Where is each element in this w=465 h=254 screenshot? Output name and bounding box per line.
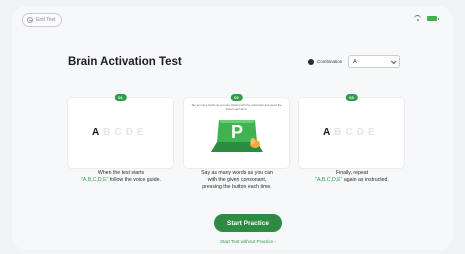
- step-caption-2: Say as many words as you can with the gi…: [177, 170, 297, 190]
- page-title: Brain Activation Test: [68, 56, 182, 68]
- end-test-button[interactable]: End Test: [22, 13, 63, 27]
- caption-line: with the given consonant,: [207, 176, 267, 183]
- caption-highlight: "A,B,C,D,E": [315, 176, 343, 183]
- wifi-icon: [414, 15, 421, 22]
- p-key-letter: P: [231, 122, 243, 142]
- combination-selected-value: A: [353, 58, 357, 65]
- letter-inactive: D: [125, 127, 133, 138]
- caption-highlight: "A,B,C,D,E": [81, 176, 109, 183]
- combination-label: Combination: [317, 59, 343, 64]
- step-instruction: Tap as many words as you can starting wi…: [191, 103, 282, 111]
- caption-line: When the test starts: [97, 170, 145, 176]
- step-caption-3: Finally, repeat "A,B,C,D,E" again as ins…: [292, 170, 412, 184]
- step-card-3: 03 A B C D E: [299, 94, 404, 168]
- caption-text: again as instructed.: [342, 176, 389, 183]
- start-practice-button[interactable]: Start Practice: [214, 214, 282, 232]
- combination-dropdown[interactable]: A: [348, 55, 401, 68]
- caption-line: "A,B,C,D,E" again as instructed.: [292, 177, 412, 184]
- exit-icon: [27, 17, 33, 23]
- caption-text: follow the voice guide.: [108, 176, 161, 183]
- caption-line: "A,B,C,D,E" follow the voice guide.: [61, 177, 181, 184]
- letter-inactive: E: [136, 127, 144, 138]
- caption-line: Say as many words as you can: [201, 170, 273, 176]
- combination-selector: Combination A: [308, 55, 401, 68]
- letter-sequence: A B C D E: [323, 127, 375, 138]
- letter-inactive: B: [334, 127, 342, 138]
- caption-line: pressing the button each time.: [202, 183, 272, 190]
- step-caption-1: When the test starts "A,B,C,D,E" follow …: [61, 170, 181, 184]
- letter-inactive: E: [367, 127, 375, 138]
- letter-inactive: C: [114, 127, 122, 138]
- caption-line: Finally, repeat: [335, 170, 369, 176]
- letter-active: A: [92, 127, 100, 138]
- combination-icon: [308, 58, 314, 65]
- letter-active: A: [323, 127, 331, 138]
- start-without-practice-link[interactable]: Start Test without Practice ›: [206, 239, 290, 244]
- step-badge: 03: [345, 94, 358, 101]
- letter-inactive: B: [103, 127, 111, 138]
- step-card-1: 01 A B C D E: [68, 94, 173, 168]
- app-window: End Test Brain Activation Test Combinati…: [12, 6, 453, 250]
- end-test-label: End Test: [36, 17, 56, 23]
- step-badge: 01: [114, 94, 127, 101]
- battery-icon: [427, 16, 439, 21]
- status-bar: [414, 15, 439, 22]
- step-badge: 02: [230, 94, 243, 101]
- letter-inactive: C: [345, 127, 353, 138]
- p-key-icon: P: [211, 120, 263, 152]
- letter-sequence: A B C D E: [92, 127, 144, 138]
- chevron-down-icon: [391, 57, 397, 64]
- letter-inactive: D: [356, 127, 364, 138]
- step-card-2: 02 Tap as many words as you can starting…: [184, 94, 289, 168]
